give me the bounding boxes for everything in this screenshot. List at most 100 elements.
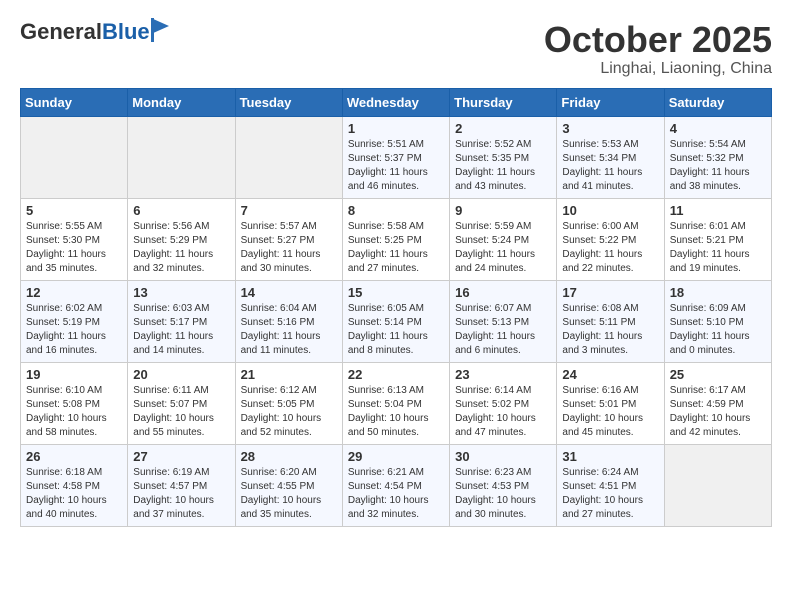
calendar-cell: 30 Sunrise: 6:23 AM Sunset: 4:53 PM Dayli… bbox=[450, 444, 557, 526]
calendar-cell: 27 Sunrise: 6:19 AM Sunset: 4:57 PM Dayli… bbox=[128, 444, 235, 526]
calendar-cell bbox=[235, 116, 342, 198]
day-number: 23 bbox=[455, 367, 551, 382]
calendar-cell: 1Sunrise: 5:51 AM Sunset: 5:37 PM Daylig… bbox=[342, 116, 449, 198]
logo-blue-text: Blue bbox=[102, 19, 150, 44]
cell-sun-info: Sunrise: 6:01 AM Sunset: 5:21 PM Dayligh… bbox=[670, 220, 766, 276]
cell-sun-info: Sunrise: 6:14 AM Sunset: 5:02 PM Dayligh… bbox=[455, 384, 551, 440]
calendar-cell: 29Sunrise: 6:21 AM Sunset: 4:54 PM Dayli… bbox=[342, 444, 449, 526]
cell-sun-info: Sunrise: 5:56 AM Sunset: 5:29 PM Dayligh… bbox=[133, 220, 229, 276]
calendar-cell bbox=[128, 116, 235, 198]
cell-sun-info: Sunrise: 5:52 AM Sunset: 5:35 PM Dayligh… bbox=[455, 138, 551, 194]
title-block: October 2025 Linghai, Liaoning, China bbox=[544, 20, 772, 78]
location-text: Linghai, Liaoning, China bbox=[544, 60, 772, 78]
cell-sun-info: Sunrise: 6:23 AM Sunset: 4:53 PM Dayligh… bbox=[455, 466, 551, 522]
day-header-thursday: Thursday bbox=[450, 88, 557, 116]
cell-sun-info: Sunrise: 6:07 AM Sunset: 5:13 PM Dayligh… bbox=[455, 302, 551, 358]
cell-sun-info: Sunrise: 6:03 AM Sunset: 5:17 PM Dayligh… bbox=[133, 302, 229, 358]
calendar-cell: 17 Sunrise: 6:08 AM Sunset: 5:11 PM Dayli… bbox=[557, 280, 664, 362]
cell-sun-info: Sunrise: 6:00 AM Sunset: 5:22 PM Dayligh… bbox=[562, 220, 658, 276]
calendar-cell: 31 Sunrise: 6:24 AM Sunset: 4:51 PM Dayli… bbox=[557, 444, 664, 526]
day-number: 14 bbox=[241, 285, 337, 300]
calendar-cell: 10 Sunrise: 6:00 AM Sunset: 5:22 PM Dayli… bbox=[557, 198, 664, 280]
cell-sun-info: Sunrise: 6:19 AM Sunset: 4:57 PM Dayligh… bbox=[133, 466, 229, 522]
day-header-tuesday: Tuesday bbox=[235, 88, 342, 116]
calendar-cell: 15 Sunrise: 6:05 AM Sunset: 5:14 PM Dayli… bbox=[342, 280, 449, 362]
day-number: 10 bbox=[562, 203, 658, 218]
day-number: 15 bbox=[348, 285, 444, 300]
calendar-cell: 3Sunrise: 5:53 AM Sunset: 5:34 PM Daylig… bbox=[557, 116, 664, 198]
calendar-cell bbox=[21, 116, 128, 198]
day-number: 18 bbox=[670, 285, 766, 300]
cell-sun-info: Sunrise: 6:21 AM Sunset: 4:54 PM Dayligh… bbox=[348, 466, 444, 522]
calendar-cell: 24Sunrise: 6:16 AM Sunset: 5:01 PM Dayli… bbox=[557, 362, 664, 444]
calendar-cell: 9Sunrise: 5:59 AM Sunset: 5:24 PM Daylig… bbox=[450, 198, 557, 280]
day-number: 31 bbox=[562, 449, 658, 464]
cell-sun-info: Sunrise: 5:59 AM Sunset: 5:24 PM Dayligh… bbox=[455, 220, 551, 276]
day-number: 28 bbox=[241, 449, 337, 464]
day-number: 4 bbox=[670, 121, 766, 136]
cell-sun-info: Sunrise: 6:24 AM Sunset: 4:51 PM Dayligh… bbox=[562, 466, 658, 522]
day-number: 17 bbox=[562, 285, 658, 300]
cell-sun-info: Sunrise: 5:54 AM Sunset: 5:32 PM Dayligh… bbox=[670, 138, 766, 194]
cell-sun-info: Sunrise: 5:58 AM Sunset: 5:25 PM Dayligh… bbox=[348, 220, 444, 276]
calendar-cell: 7Sunrise: 5:57 AM Sunset: 5:27 PM Daylig… bbox=[235, 198, 342, 280]
day-number: 21 bbox=[241, 367, 337, 382]
cell-sun-info: Sunrise: 6:08 AM Sunset: 5:11 PM Dayligh… bbox=[562, 302, 658, 358]
calendar-cell: 14 Sunrise: 6:04 AM Sunset: 5:16 PM Dayli… bbox=[235, 280, 342, 362]
day-number: 6 bbox=[133, 203, 229, 218]
cell-sun-info: Sunrise: 6:11 AM Sunset: 5:07 PM Dayligh… bbox=[133, 384, 229, 440]
day-number: 1 bbox=[348, 121, 444, 136]
day-number: 24 bbox=[562, 367, 658, 382]
day-number: 19 bbox=[26, 367, 122, 382]
cell-sun-info: Sunrise: 6:02 AM Sunset: 5:19 PM Dayligh… bbox=[26, 302, 122, 358]
cell-sun-info: Sunrise: 6:10 AM Sunset: 5:08 PM Dayligh… bbox=[26, 384, 122, 440]
day-number: 30 bbox=[455, 449, 551, 464]
calendar-cell: 5 Sunrise: 5:55 AM Sunset: 5:30 PM Daylig… bbox=[21, 198, 128, 280]
day-number: 2 bbox=[455, 121, 551, 136]
calendar-cell: 16 Sunrise: 6:07 AM Sunset: 5:13 PM Dayli… bbox=[450, 280, 557, 362]
day-number: 13 bbox=[133, 285, 229, 300]
calendar-cell: 13 Sunrise: 6:03 AM Sunset: 5:17 PM Dayli… bbox=[128, 280, 235, 362]
day-number: 12 bbox=[26, 285, 122, 300]
calendar-cell: 22Sunrise: 6:13 AM Sunset: 5:04 PM Dayli… bbox=[342, 362, 449, 444]
day-number: 26 bbox=[26, 449, 122, 464]
day-header-row: SundayMondayTuesdayWednesdayThursdayFrid… bbox=[21, 88, 772, 116]
cell-sun-info: Sunrise: 6:09 AM Sunset: 5:10 PM Dayligh… bbox=[670, 302, 766, 358]
cell-sun-info: Sunrise: 6:12 AM Sunset: 5:05 PM Dayligh… bbox=[241, 384, 337, 440]
cell-sun-info: Sunrise: 6:13 AM Sunset: 5:04 PM Dayligh… bbox=[348, 384, 444, 440]
page-header: GeneralBlue October 2025 Linghai, Liaoni… bbox=[20, 20, 772, 78]
day-number: 16 bbox=[455, 285, 551, 300]
calendar-week-row: 26Sunrise: 6:18 AM Sunset: 4:58 PM Dayli… bbox=[21, 444, 772, 526]
calendar-cell: 19 Sunrise: 6:10 AM Sunset: 5:08 PM Dayli… bbox=[21, 362, 128, 444]
calendar-cell: 25 Sunrise: 6:17 AM Sunset: 4:59 PM Dayli… bbox=[664, 362, 771, 444]
day-header-saturday: Saturday bbox=[664, 88, 771, 116]
cell-sun-info: Sunrise: 6:17 AM Sunset: 4:59 PM Dayligh… bbox=[670, 384, 766, 440]
calendar-cell: 20 Sunrise: 6:11 AM Sunset: 5:07 PM Dayli… bbox=[128, 362, 235, 444]
day-number: 5 bbox=[26, 203, 122, 218]
day-number: 11 bbox=[670, 203, 766, 218]
calendar-cell: 28Sunrise: 6:20 AM Sunset: 4:55 PM Dayli… bbox=[235, 444, 342, 526]
day-number: 7 bbox=[241, 203, 337, 218]
day-header-wednesday: Wednesday bbox=[342, 88, 449, 116]
calendar-cell bbox=[664, 444, 771, 526]
day-number: 25 bbox=[670, 367, 766, 382]
calendar-cell: 6 Sunrise: 5:56 AM Sunset: 5:29 PM Daylig… bbox=[128, 198, 235, 280]
day-number: 3 bbox=[562, 121, 658, 136]
cell-sun-info: Sunrise: 6:05 AM Sunset: 5:14 PM Dayligh… bbox=[348, 302, 444, 358]
calendar-cell: 4 Sunrise: 5:54 AM Sunset: 5:32 PM Daylig… bbox=[664, 116, 771, 198]
day-number: 8 bbox=[348, 203, 444, 218]
calendar-week-row: 19 Sunrise: 6:10 AM Sunset: 5:08 PM Dayli… bbox=[21, 362, 772, 444]
calendar-week-row: 12 Sunrise: 6:02 AM Sunset: 5:19 PM Dayli… bbox=[21, 280, 772, 362]
day-number: 27 bbox=[133, 449, 229, 464]
cell-sun-info: Sunrise: 6:04 AM Sunset: 5:16 PM Dayligh… bbox=[241, 302, 337, 358]
calendar-cell: 8 Sunrise: 5:58 AM Sunset: 5:25 PM Daylig… bbox=[342, 198, 449, 280]
calendar-cell: 2 Sunrise: 5:52 AM Sunset: 5:35 PM Daylig… bbox=[450, 116, 557, 198]
cell-sun-info: Sunrise: 5:55 AM Sunset: 5:30 PM Dayligh… bbox=[26, 220, 122, 276]
day-header-sunday: Sunday bbox=[21, 88, 128, 116]
day-number: 20 bbox=[133, 367, 229, 382]
calendar-table: SundayMondayTuesdayWednesdayThursdayFrid… bbox=[20, 88, 772, 527]
calendar-cell: 12 Sunrise: 6:02 AM Sunset: 5:19 PM Dayli… bbox=[21, 280, 128, 362]
calendar-cell: 18 Sunrise: 6:09 AM Sunset: 5:10 PM Dayli… bbox=[664, 280, 771, 362]
calendar-week-row: 1Sunrise: 5:51 AM Sunset: 5:37 PM Daylig… bbox=[21, 116, 772, 198]
month-title: October 2025 bbox=[544, 20, 772, 60]
